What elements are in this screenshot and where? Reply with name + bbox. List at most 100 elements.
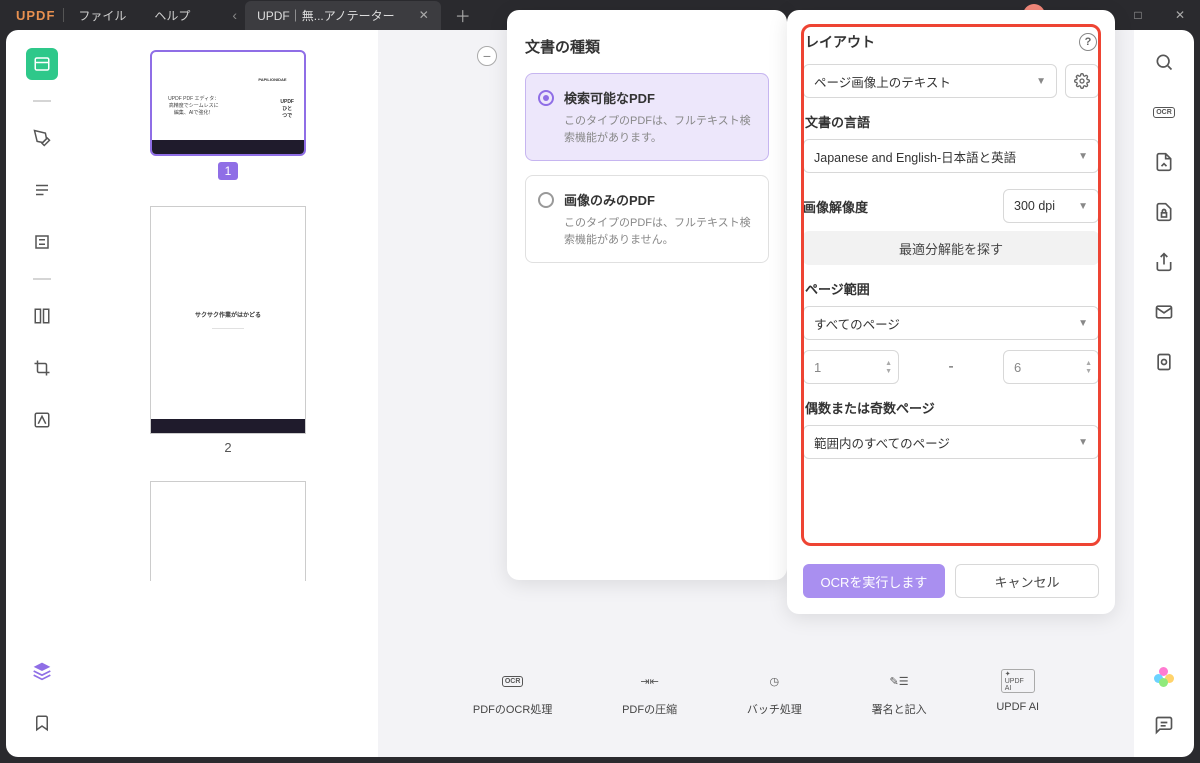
qa-batch[interactable]: ◷ バッチ処理	[747, 669, 802, 717]
separator	[33, 100, 51, 102]
maximize-icon[interactable]: □	[1126, 8, 1150, 22]
select-value: すべてのページ	[814, 314, 900, 333]
chevron-down-icon: ▼	[1078, 151, 1088, 162]
tab-document[interactable]: UPDF｜無...アノテーター ✕	[245, 1, 441, 30]
thumb-text: サクサク作業がはかどる	[195, 310, 261, 319]
oddeven-select[interactable]: 範囲内のすべてのページ ▼	[803, 425, 1099, 459]
qa-compress[interactable]: ⇥⇤ PDFの圧縮	[622, 669, 677, 717]
thumbnail-page-3[interactable]	[150, 481, 306, 581]
share-icon[interactable]	[1150, 248, 1178, 276]
crop-tool-icon[interactable]	[26, 352, 58, 384]
chevron-down-icon: ▼	[1078, 437, 1088, 448]
page-number: 2	[224, 440, 231, 455]
qa-label: バッチ処理	[747, 701, 802, 717]
ocr-settings-panel: レイアウト ? ページ画像上のテキスト ▼ 文書の言語 Japanese and…	[787, 10, 1115, 614]
ocr-tool-icon[interactable]: OCR	[1150, 98, 1178, 126]
help-icon[interactable]: ?	[1079, 33, 1097, 51]
search-icon[interactable]	[1150, 48, 1178, 76]
app-logo: UPDF	[8, 8, 63, 23]
organize-tool-icon[interactable]	[26, 300, 58, 332]
thumbnail-page-1[interactable]: UPDF PDF エディタ： 高精度でシームレスに編集、AIで強化！ PAPIL…	[150, 50, 306, 156]
option-desc: このタイプのPDFは、フルテキスト検索機能がありません。	[564, 215, 756, 248]
thumb-text: UPDFひとつで	[280, 87, 294, 119]
field-label: ページ範囲	[805, 279, 1099, 298]
sign-icon: ✎☰	[882, 669, 916, 693]
reader-tool-icon[interactable]	[26, 48, 58, 80]
print-icon[interactable]	[1150, 348, 1178, 376]
bookmark-icon[interactable]	[26, 707, 58, 739]
compress-icon: ⇥⇤	[633, 669, 667, 693]
option-desc: このタイプのPDFは、フルテキスト検索機能があります。	[564, 113, 756, 146]
left-toolbar	[6, 30, 78, 757]
page-from-input[interactable]: 1 ▲▼	[803, 350, 899, 384]
ai-logo-icon[interactable]	[1150, 663, 1178, 691]
menu-file[interactable]: ファイル	[64, 7, 140, 24]
option-image-only-pdf[interactable]: 画像のみのPDF このタイプのPDFは、フルテキスト検索機能がありません。	[525, 175, 769, 263]
radio-icon	[538, 90, 554, 106]
tab-chevron-icon[interactable]: ‹	[224, 7, 245, 23]
close-icon[interactable]: ✕	[419, 8, 429, 22]
qa-label: UPDF AI	[996, 701, 1039, 713]
language-select[interactable]: Japanese and English-日本語と英語 ▼	[803, 139, 1099, 173]
chevron-down-icon: ▼	[1078, 318, 1088, 329]
page-range-select[interactable]: すべてのページ ▼	[803, 306, 1099, 340]
panel-title: 文書の種類	[525, 36, 769, 57]
ocr-icon: OCR	[502, 676, 524, 687]
section-title: レイアウト	[805, 32, 875, 52]
annotate-tool-icon[interactable]	[26, 122, 58, 154]
collapse-icon[interactable]: −	[477, 46, 497, 66]
right-toolbar: OCR	[1134, 30, 1194, 757]
layers-icon[interactable]	[26, 655, 58, 687]
gear-icon[interactable]	[1065, 64, 1099, 98]
add-tab-icon[interactable]: ＋	[441, 3, 485, 27]
separator	[33, 278, 51, 280]
field-label: 文書の言語	[805, 112, 1099, 131]
menu-help[interactable]: ヘルプ	[140, 7, 204, 24]
form-tool-icon[interactable]	[26, 226, 58, 258]
qa-ocr[interactable]: OCR PDFのOCR処理	[473, 669, 552, 717]
field-label: 偶数または奇数ページ	[805, 398, 1099, 417]
page-badge: 1	[218, 162, 238, 180]
qa-label: PDFのOCR処理	[473, 701, 552, 717]
select-value: 300 dpi	[1014, 199, 1055, 213]
page-to-input[interactable]: 6 ▲▼	[1003, 350, 1099, 384]
thumb-text: UPDF PDF エディタ： 高精度でシームレスに編集、AIで強化！	[162, 89, 225, 118]
select-value: Japanese and English-日本語と英語	[814, 147, 1016, 166]
protect-icon[interactable]	[1150, 198, 1178, 226]
qa-label: 署名と記入	[872, 701, 927, 717]
option-searchable-pdf[interactable]: 検索可能なPDF このタイプのPDFは、フルテキスト検索機能があります。	[525, 73, 769, 161]
range-dash: -	[907, 358, 995, 376]
qa-ai[interactable]: ✦ UPDF AI UPDF AI	[996, 669, 1039, 717]
dpi-select[interactable]: 300 dpi ▼	[1003, 189, 1099, 223]
ocr-type-panel: − 文書の種類 検索可能なPDF このタイプのPDFは、フルテキスト検索機能があ…	[507, 10, 787, 580]
thumbnail-page-2[interactable]: サクサク作業がはかどる ————————	[150, 206, 306, 434]
find-resolution-button[interactable]: 最適分解能を探す	[803, 231, 1099, 265]
qa-sign[interactable]: ✎☰ 署名と記入	[872, 669, 927, 717]
close-window-icon[interactable]: ✕	[1168, 8, 1192, 22]
qa-label: PDFの圧縮	[622, 701, 677, 717]
chevron-down-icon: ▼	[1036, 76, 1046, 87]
cancel-button[interactable]: キャンセル	[955, 564, 1099, 598]
run-ocr-button[interactable]: OCRを実行します	[803, 564, 945, 598]
field-label: 画像解像度	[803, 197, 868, 216]
tab-title: UPDF｜無...アノテーター	[257, 7, 395, 24]
mail-icon[interactable]	[1150, 298, 1178, 326]
radio-icon	[538, 192, 554, 208]
redact-tool-icon[interactable]	[26, 404, 58, 436]
batch-icon: ◷	[757, 669, 791, 693]
ai-icon: ✦ UPDF AI	[1001, 669, 1035, 693]
tab-strip: ‹ UPDF｜無...アノテーター ✕ ＋	[224, 1, 484, 30]
quick-actions: OCR PDFのOCR処理 ⇥⇤ PDFの圧縮 ◷ バッチ処理 ✎☰ 署名と記入…	[438, 669, 1074, 717]
select-value: ページ画像上のテキスト	[814, 72, 951, 91]
chat-icon[interactable]	[1150, 711, 1178, 739]
spinner-icon[interactable]: ▲▼	[885, 360, 892, 375]
thumb-text: ————————	[212, 325, 244, 330]
spinner-icon[interactable]: ▲▼	[1085, 360, 1092, 375]
select-value: 範囲内のすべてのページ	[814, 433, 950, 452]
thumbnail-panel[interactable]: UPDF PDF エディタ： 高精度でシームレスに編集、AIで強化！ PAPIL…	[78, 30, 378, 757]
convert-icon[interactable]	[1150, 148, 1178, 176]
edit-tool-icon[interactable]	[26, 174, 58, 206]
chevron-down-icon: ▼	[1078, 201, 1088, 212]
layout-select[interactable]: ページ画像上のテキスト ▼	[803, 64, 1057, 98]
option-title: 検索可能なPDF	[564, 88, 756, 107]
